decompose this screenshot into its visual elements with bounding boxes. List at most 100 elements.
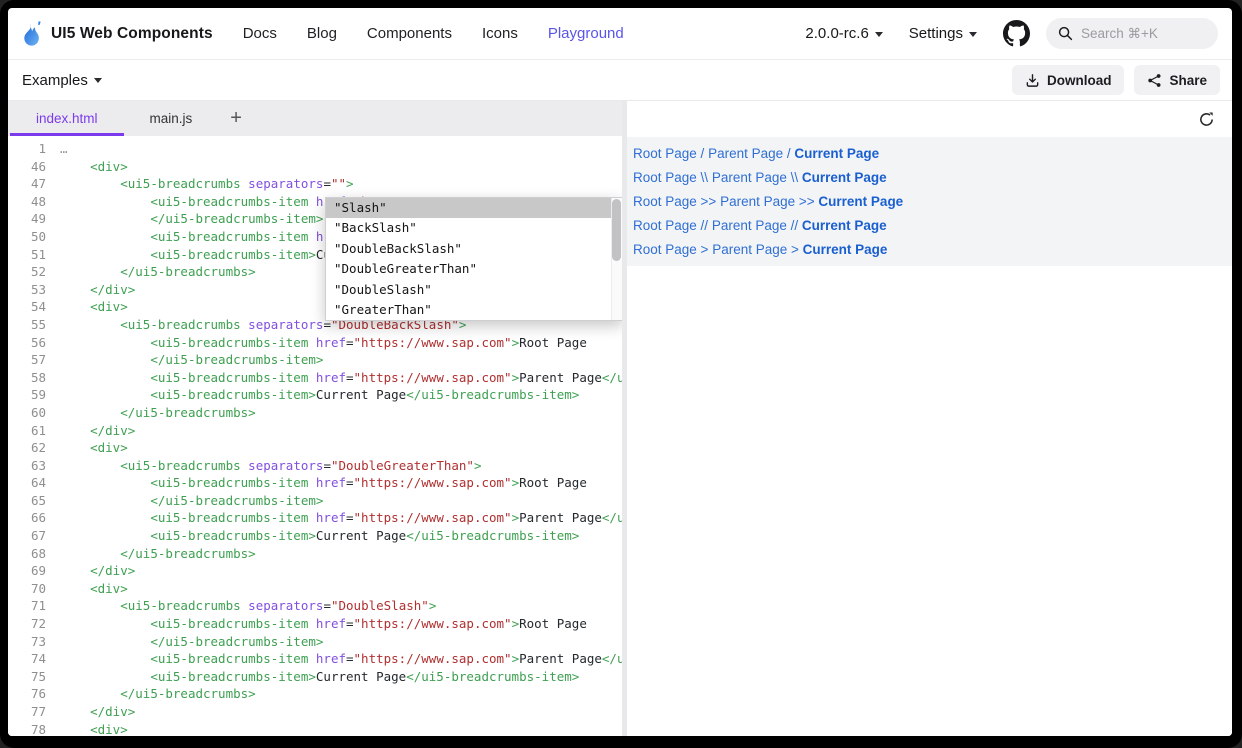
code-token: [308, 475, 316, 490]
code-token: </ui5-breadcrumbs-item>: [602, 651, 622, 666]
screenshot-frame: UI5 Web Components Docs Blog Components Ico…: [0, 0, 1242, 748]
autocomplete-item[interactable]: "DoubleBackSlash": [326, 239, 622, 259]
code-token: <ui5-breadcrumbs-item: [150, 229, 308, 244]
line-content: </ui5-breadcrumbs>: [46, 404, 256, 422]
code-token: =: [323, 458, 331, 473]
breadcrumb-row: Root Page // Parent Page // Current Page: [633, 214, 1224, 238]
examples-menu[interactable]: Examples: [22, 72, 102, 89]
code-token: <div>: [90, 159, 128, 174]
autocomplete-item[interactable]: "Slash": [326, 198, 622, 218]
code-token: "https://www.sap.com": [354, 335, 512, 350]
nav-item-docs[interactable]: Docs: [243, 25, 277, 42]
line-content: </ui5-breadcrumbs>: [46, 263, 256, 281]
breadcrumb-link[interactable]: Parent Page: [708, 146, 783, 161]
nav-item-icons[interactable]: Icons: [482, 25, 518, 42]
brand[interactable]: UI5 Web Components: [20, 20, 213, 47]
breadcrumb-link[interactable]: Root Page: [633, 170, 697, 185]
line-content: <ui5-breadcrumbs separators="">: [46, 175, 354, 193]
line-content: <ui5-breadcrumbs-item href="https://www.…: [46, 650, 622, 668]
download-button[interactable]: Download: [1012, 65, 1125, 95]
refresh-button[interactable]: [1196, 109, 1217, 130]
code-token: <div>: [90, 722, 128, 736]
line-number: 58: [8, 369, 46, 387]
code-token: =: [323, 176, 331, 191]
tab-index.html[interactable]: index.html: [10, 101, 124, 136]
breadcrumb-link[interactable]: Parent Page: [712, 218, 787, 233]
line-content: <ui5-breadcrumbs-item href="https://www.…: [46, 474, 587, 492]
code-token: "https://www.sap.com": [354, 475, 512, 490]
breadcrumb-link[interactable]: Root Page: [633, 242, 697, 257]
code-token: [60, 282, 90, 297]
line-number: 74: [8, 650, 46, 668]
breadcrumb-link[interactable]: Root Page: [633, 146, 697, 161]
editor-tabbar: index.htmlmain.js +: [8, 101, 622, 136]
line-content: <ui5-breadcrumbs separators="DoubleGreat…: [46, 457, 482, 475]
breadcrumb-link[interactable]: Parent Page: [712, 242, 787, 257]
tab-main.js[interactable]: main.js: [124, 101, 219, 136]
breadcrumb-link[interactable]: Parent Page: [712, 170, 787, 185]
nav-item-playground[interactable]: Playground: [548, 25, 624, 42]
breadcrumb-current-page: Current Page: [818, 194, 903, 209]
autocomplete-scrollbar[interactable]: [611, 198, 622, 320]
line-number: 73: [8, 633, 46, 651]
autocomplete-item[interactable]: "DoubleGreaterThan": [326, 259, 622, 279]
code-token: Parent Page: [519, 510, 602, 525]
autocomplete-item[interactable]: "BackSlash": [326, 218, 622, 238]
code-token: href: [316, 616, 346, 631]
line-number: 72: [8, 615, 46, 633]
search-icon: [1058, 26, 1073, 41]
code-line: 74 <ui5-breadcrumbs-item href="https://w…: [8, 650, 622, 668]
version-menu[interactable]: 2.0.0-rc.6: [805, 25, 882, 42]
code-token: [60, 335, 150, 350]
code-token: </ui5-breadcrumbs-item>: [150, 352, 323, 367]
code-token: </ui5-breadcrumbs>: [120, 546, 255, 561]
breadcrumb-link[interactable]: Parent Page: [720, 194, 795, 209]
line-number: 75: [8, 668, 46, 686]
code-token: Current Page: [316, 528, 406, 543]
code-token: [308, 510, 316, 525]
scrollbar-thumb[interactable]: [612, 199, 621, 261]
code-token: </ui5-breadcrumbs-item>: [406, 528, 579, 543]
line-number: 49: [8, 210, 46, 228]
github-link[interactable]: [1003, 20, 1030, 47]
nav-item-components[interactable]: Components: [367, 25, 452, 42]
line-content: <ui5-breadcrumbs separators="DoubleSlash…: [46, 597, 436, 615]
code-line: 67 <ui5-breadcrumbs-item>Current Page</u…: [8, 527, 622, 545]
code-token: [60, 229, 150, 244]
code-token: <ui5-breadcrumbs-item>: [150, 528, 316, 543]
share-button[interactable]: Share: [1134, 65, 1220, 95]
line-number: 65: [8, 492, 46, 510]
code-token: </ui5-breadcrumbs-item>: [150, 211, 323, 226]
breadcrumb-link[interactable]: Root Page: [633, 194, 697, 209]
code-token: [60, 264, 120, 279]
nav-item-blog[interactable]: Blog: [307, 25, 337, 42]
code-token: <ui5-breadcrumbs: [120, 176, 240, 191]
code-token: =: [346, 335, 354, 350]
line-number: 59: [8, 386, 46, 404]
examples-label: Examples: [22, 72, 88, 89]
autocomplete-item[interactable]: "DoubleSlash": [326, 280, 622, 300]
code-token: href: [316, 475, 346, 490]
code-token: <ui5-breadcrumbs-item: [150, 194, 308, 209]
code-token: [60, 546, 120, 561]
add-tab-button[interactable]: +: [218, 101, 254, 136]
chevron-down-icon: [94, 78, 102, 83]
breadcrumb-separator: //: [787, 218, 802, 233]
code-token: [308, 616, 316, 631]
code-token: [60, 405, 120, 420]
code-token: =: [323, 598, 331, 613]
code-line: 59 <ui5-breadcrumbs-item>Current Page</u…: [8, 386, 622, 404]
chevron-down-icon: [875, 32, 883, 37]
line-content: <ui5-breadcrumbs-item href="https://www.…: [46, 334, 587, 352]
code-line: 58 <ui5-breadcrumbs-item href="https://w…: [8, 369, 622, 387]
code-token: [60, 722, 90, 736]
autocomplete-item[interactable]: "GreaterThan": [326, 300, 622, 320]
search-input[interactable]: Search ⌘+K: [1046, 18, 1218, 49]
code-line: 70 <div>: [8, 580, 622, 598]
code-token: <ui5-breadcrumbs-item>: [150, 247, 316, 262]
line-content: <div>: [46, 439, 128, 457]
preview-toolbar: [627, 101, 1232, 137]
breadcrumb-link[interactable]: Root Page: [633, 218, 697, 233]
code-token: [308, 194, 316, 209]
settings-menu[interactable]: Settings: [909, 25, 977, 42]
